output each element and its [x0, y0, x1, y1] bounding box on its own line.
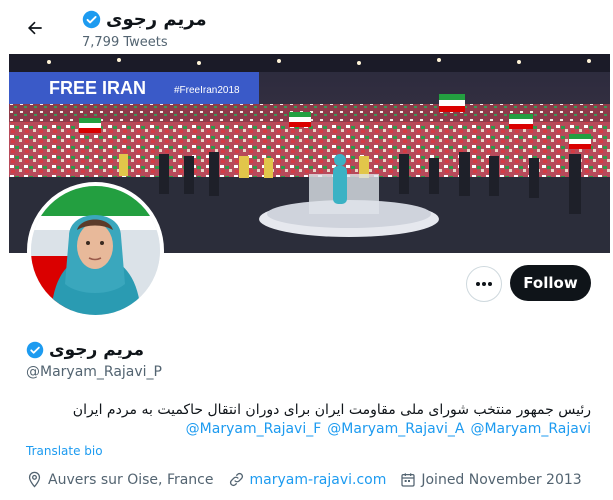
website-item: maryam-rajavi.com [228, 471, 387, 488]
follow-button[interactable]: Follow [510, 265, 591, 301]
more-options-button[interactable] [466, 266, 502, 302]
arrow-left-icon [25, 18, 45, 38]
joined-item: Joined November 2013 [400, 471, 582, 488]
website-link[interactable]: maryam-rajavi.com [250, 472, 387, 488]
verified-badge-icon [26, 341, 44, 359]
profile-header: مریم رجوی 7,799 Tweets [0, 0, 613, 54]
calendar-icon [400, 472, 416, 488]
bio-mentions: @Maryam_Rajavi_F @Maryam_Rajavi_A @Marya… [186, 421, 591, 437]
profile-name: مریم رجوی [49, 340, 145, 360]
location-item: Auvers sur Oise, France [26, 471, 214, 488]
header-title: مریم رجوی [82, 9, 207, 30]
joined-text: Joined November 2013 [421, 471, 582, 488]
translate-bio-link[interactable]: Translate bio [26, 444, 103, 458]
verified-badge-icon [82, 10, 101, 29]
mention-link[interactable]: @Maryam_Rajavi [470, 421, 591, 437]
profile-bio: رئیس جمهور منتخب شورای ملی مقاومت ایران … [72, 402, 591, 418]
location-text: Auvers sur Oise, France [48, 471, 214, 488]
header-name: مریم رجوی [106, 9, 207, 30]
profile-meta: Auvers sur Oise, France maryam-rajavi.co… [26, 471, 596, 488]
back-button[interactable] [20, 13, 50, 43]
profile-handle: @Maryam_Rajavi_P [26, 364, 163, 380]
more-horizontal-icon [475, 281, 493, 287]
banner-sign-text: FREE IRAN [49, 78, 146, 98]
mention-link[interactable]: @Maryam_Rajavi_F [186, 421, 322, 437]
banner-sign-hashtag: #FreeIran2018 [174, 85, 240, 96]
location-pin-icon [26, 471, 43, 488]
link-icon [228, 471, 245, 488]
tweet-count: 7,799 Tweets [82, 35, 168, 50]
mention-link[interactable]: @Maryam_Rajavi_A [327, 421, 464, 437]
profile-name-row: مریم رجوی [26, 340, 144, 360]
profile-avatar[interactable] [27, 182, 164, 319]
